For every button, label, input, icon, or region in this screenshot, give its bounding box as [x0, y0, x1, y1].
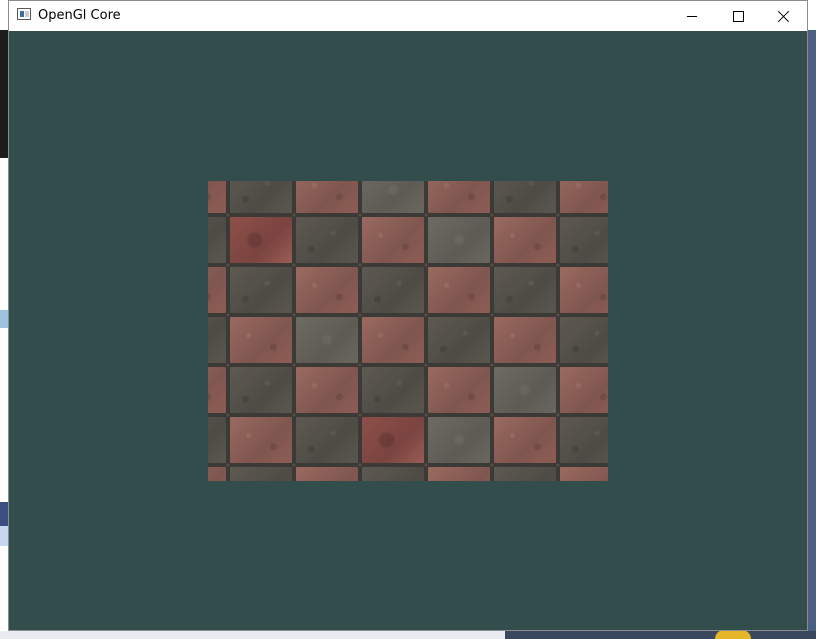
brick-tile — [492, 315, 558, 365]
brick-tile — [492, 215, 558, 265]
brick-tile — [558, 215, 608, 265]
brick-tile — [360, 215, 426, 265]
brick-tile — [294, 181, 360, 215]
background-window-fragment — [808, 30, 816, 639]
brick-tile — [228, 365, 294, 415]
brick-tile — [294, 415, 360, 465]
brick-tile — [228, 465, 294, 481]
brick-tile — [492, 465, 558, 481]
background-window-fragment — [0, 30, 8, 158]
close-button[interactable] — [761, 1, 807, 31]
brick-tile — [558, 365, 608, 415]
brick-texture — [208, 181, 608, 481]
maximize-button[interactable] — [715, 1, 761, 31]
brick-tile — [492, 265, 558, 315]
brick-tile — [426, 215, 492, 265]
brick-tile — [492, 415, 558, 465]
window-title: OpenGl Core — [38, 8, 121, 23]
brick-tile — [426, 265, 492, 315]
brick-tile — [492, 365, 558, 415]
brick-tile — [558, 315, 608, 365]
close-icon — [778, 10, 790, 22]
brick-tile — [294, 365, 360, 415]
brick-tile — [228, 265, 294, 315]
background-window-fragment — [0, 310, 8, 328]
brick-tile — [360, 415, 426, 465]
brick-tile — [360, 181, 426, 215]
brick-tile — [360, 265, 426, 315]
brick-tile — [426, 315, 492, 365]
brick-tile — [558, 415, 608, 465]
background-window-fragment — [505, 631, 816, 639]
brick-tile — [360, 315, 426, 365]
background-window-fragment — [0, 502, 8, 526]
brick-tile — [208, 465, 228, 481]
minimize-icon — [687, 15, 697, 17]
opengl-window: OpenGl Core — [8, 0, 808, 631]
background-window-fragment — [0, 526, 8, 546]
brick-tile — [208, 181, 228, 215]
brick-tile — [294, 265, 360, 315]
brick-tile — [208, 365, 228, 415]
background-window-fragment — [715, 630, 751, 639]
brick-tile — [426, 465, 492, 481]
brick-tile — [492, 181, 558, 215]
brick-tile — [360, 465, 426, 481]
minimize-button[interactable] — [669, 1, 715, 31]
brick-tile — [294, 465, 360, 481]
maximize-icon — [732, 10, 744, 22]
brick-tile — [558, 465, 608, 481]
brick-tile — [426, 365, 492, 415]
brick-tile — [558, 265, 608, 315]
brick-tile — [228, 315, 294, 365]
brick-tile — [426, 181, 492, 215]
brick-tile — [208, 415, 228, 465]
brick-tile — [208, 265, 228, 315]
window-app-icon[interactable] — [17, 8, 31, 20]
brick-tile — [208, 215, 228, 265]
brick-tile — [558, 181, 608, 215]
brick-tile — [294, 315, 360, 365]
brick-tile — [228, 415, 294, 465]
brick-tile — [208, 315, 228, 365]
brick-tile — [360, 365, 426, 415]
textured-quad — [208, 181, 608, 481]
brick-tile — [426, 415, 492, 465]
title-bar[interactable]: OpenGl Core — [9, 1, 807, 31]
render-viewport[interactable] — [9, 31, 807, 630]
brick-tile — [228, 181, 294, 215]
brick-tile — [228, 215, 294, 265]
brick-tile — [294, 215, 360, 265]
